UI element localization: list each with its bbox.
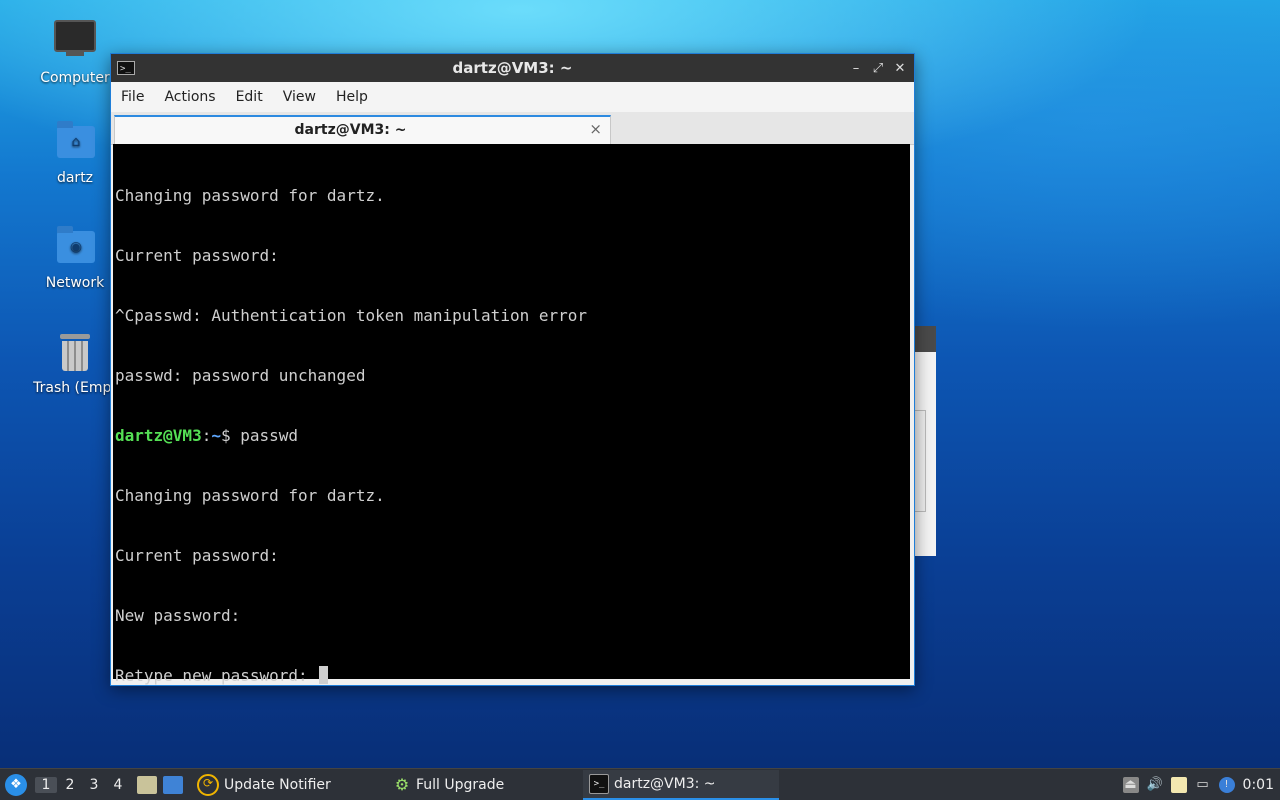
system-tray: ⏏ 🔊 ▭ ! 0:01 <box>1122 776 1280 793</box>
taskbar-item-label: Update Notifier <box>224 776 331 793</box>
tab-label: dartz@VM3: ~ <box>294 122 407 138</box>
menu-help[interactable]: Help <box>326 89 378 105</box>
workspace-4[interactable]: 4 <box>107 777 129 793</box>
menu-edit[interactable]: Edit <box>226 89 273 105</box>
desktop-icon-computer[interactable]: Computer <box>28 14 122 86</box>
terminal-line: Current password: <box>115 246 279 265</box>
desktop-icon-trash[interactable]: Trash (Empt <box>28 330 122 396</box>
terminal-line: passwd: password unchanged <box>115 366 366 385</box>
computer-icon <box>52 20 98 66</box>
prompt-separator: : <box>201 426 212 445</box>
workspace-2[interactable]: 2 <box>59 777 81 793</box>
terminal-input-line: Retype new password: <box>115 666 908 686</box>
prompt-symbol: $ <box>220 426 231 445</box>
close-button[interactable]: ✕ <box>892 61 908 76</box>
workspace-3[interactable]: 3 <box>83 777 105 793</box>
window-titlebar[interactable]: >_ dartz@VM3: ~ – ⤢ ✕ <box>111 54 914 82</box>
clipboard-icon[interactable] <box>1170 776 1187 793</box>
start-menu-icon[interactable]: ❖ <box>5 773 27 796</box>
terminal-line: Changing password for dartz. <box>115 186 385 205</box>
terminal-output[interactable]: Changing password for dartz. Current pas… <box>113 144 910 685</box>
taskbar: ❖ 1 2 3 4 ⟳ Update Notifier ⚙ Full Upgra… <box>0 768 1280 800</box>
network-icon[interactable]: ▭ <box>1195 777 1211 793</box>
prompt-user-host: dartz@VM3 <box>115 426 202 445</box>
menu-file[interactable]: File <box>111 89 154 105</box>
taskbar-item-full-upgrade[interactable]: ⚙ Full Upgrade <box>387 770 583 800</box>
desktop-icon-label: Computer <box>40 70 110 86</box>
desktop-icon-network[interactable]: ◉ Network <box>28 225 122 291</box>
text-cursor <box>319 666 329 684</box>
show-desktop-icon[interactable] <box>163 775 183 794</box>
tab-terminal[interactable]: dartz@VM3: ~ × <box>114 115 611 144</box>
terminal-icon: >_ <box>589 773 609 794</box>
terminal-line: New password: <box>115 606 241 625</box>
window-title: dartz@VM3: ~ <box>452 59 573 77</box>
terminal-window: >_ dartz@VM3: ~ – ⤢ ✕ File Actions Edit … <box>110 53 915 686</box>
prompt-command: passwd <box>230 426 299 445</box>
menu-actions[interactable]: Actions <box>154 89 225 105</box>
tab-close-icon[interactable]: × <box>589 120 602 138</box>
terminal-line: Changing password for dartz. <box>115 486 385 505</box>
minimize-button[interactable]: – <box>848 61 864 76</box>
background-window[interactable] <box>914 326 936 556</box>
taskbar-item-update-notifier[interactable]: ⟳ Update Notifier <box>191 770 387 800</box>
prompt-path: ~ <box>211 426 221 445</box>
gear-icon: ⚙ <box>394 774 410 794</box>
clock[interactable]: 0:01 <box>1243 777 1274 793</box>
desktop-icon-label: Trash (Empt <box>33 380 117 396</box>
volume-icon[interactable]: 🔊 <box>1147 777 1163 793</box>
background-window-titlebar[interactable] <box>914 326 936 352</box>
taskbar-item-label: dartz@VM3: ~ <box>614 775 716 792</box>
maximize-button[interactable]: ⤢ <box>870 61 886 76</box>
terminal-line: Current password: <box>115 546 279 565</box>
tab-bar: dartz@VM3: ~ × <box>111 112 914 145</box>
desktop-icon-home[interactable]: ⌂ dartz <box>28 120 122 186</box>
trash-icon <box>52 330 98 376</box>
menu-view[interactable]: View <box>273 89 326 105</box>
workspace-1[interactable]: 1 <box>35 776 57 793</box>
terminal-line: ^Cpasswd: Authentication token manipulat… <box>115 306 588 325</box>
home-folder-icon: ⌂ <box>52 120 98 166</box>
menubar: File Actions Edit View Help <box>111 82 914 112</box>
notification-icon[interactable]: ! <box>1218 776 1235 793</box>
file-manager-icon[interactable] <box>137 775 157 794</box>
terminal-prompt-line: dartz@VM3:~$ passwd <box>115 426 908 446</box>
desktop-icon-label: dartz <box>56 170 94 186</box>
eject-icon[interactable]: ⏏ <box>1122 776 1139 793</box>
update-notifier-icon: ⟳ <box>197 773 219 796</box>
taskbar-item-terminal[interactable]: >_ dartz@VM3: ~ <box>583 769 779 800</box>
taskbar-item-label: Full Upgrade <box>416 776 505 793</box>
terminal-line: Retype new password: <box>115 666 318 685</box>
network-folder-icon: ◉ <box>52 225 98 271</box>
background-window-scrollbar[interactable] <box>914 410 926 512</box>
desktop-icon-label: Network <box>45 275 105 291</box>
